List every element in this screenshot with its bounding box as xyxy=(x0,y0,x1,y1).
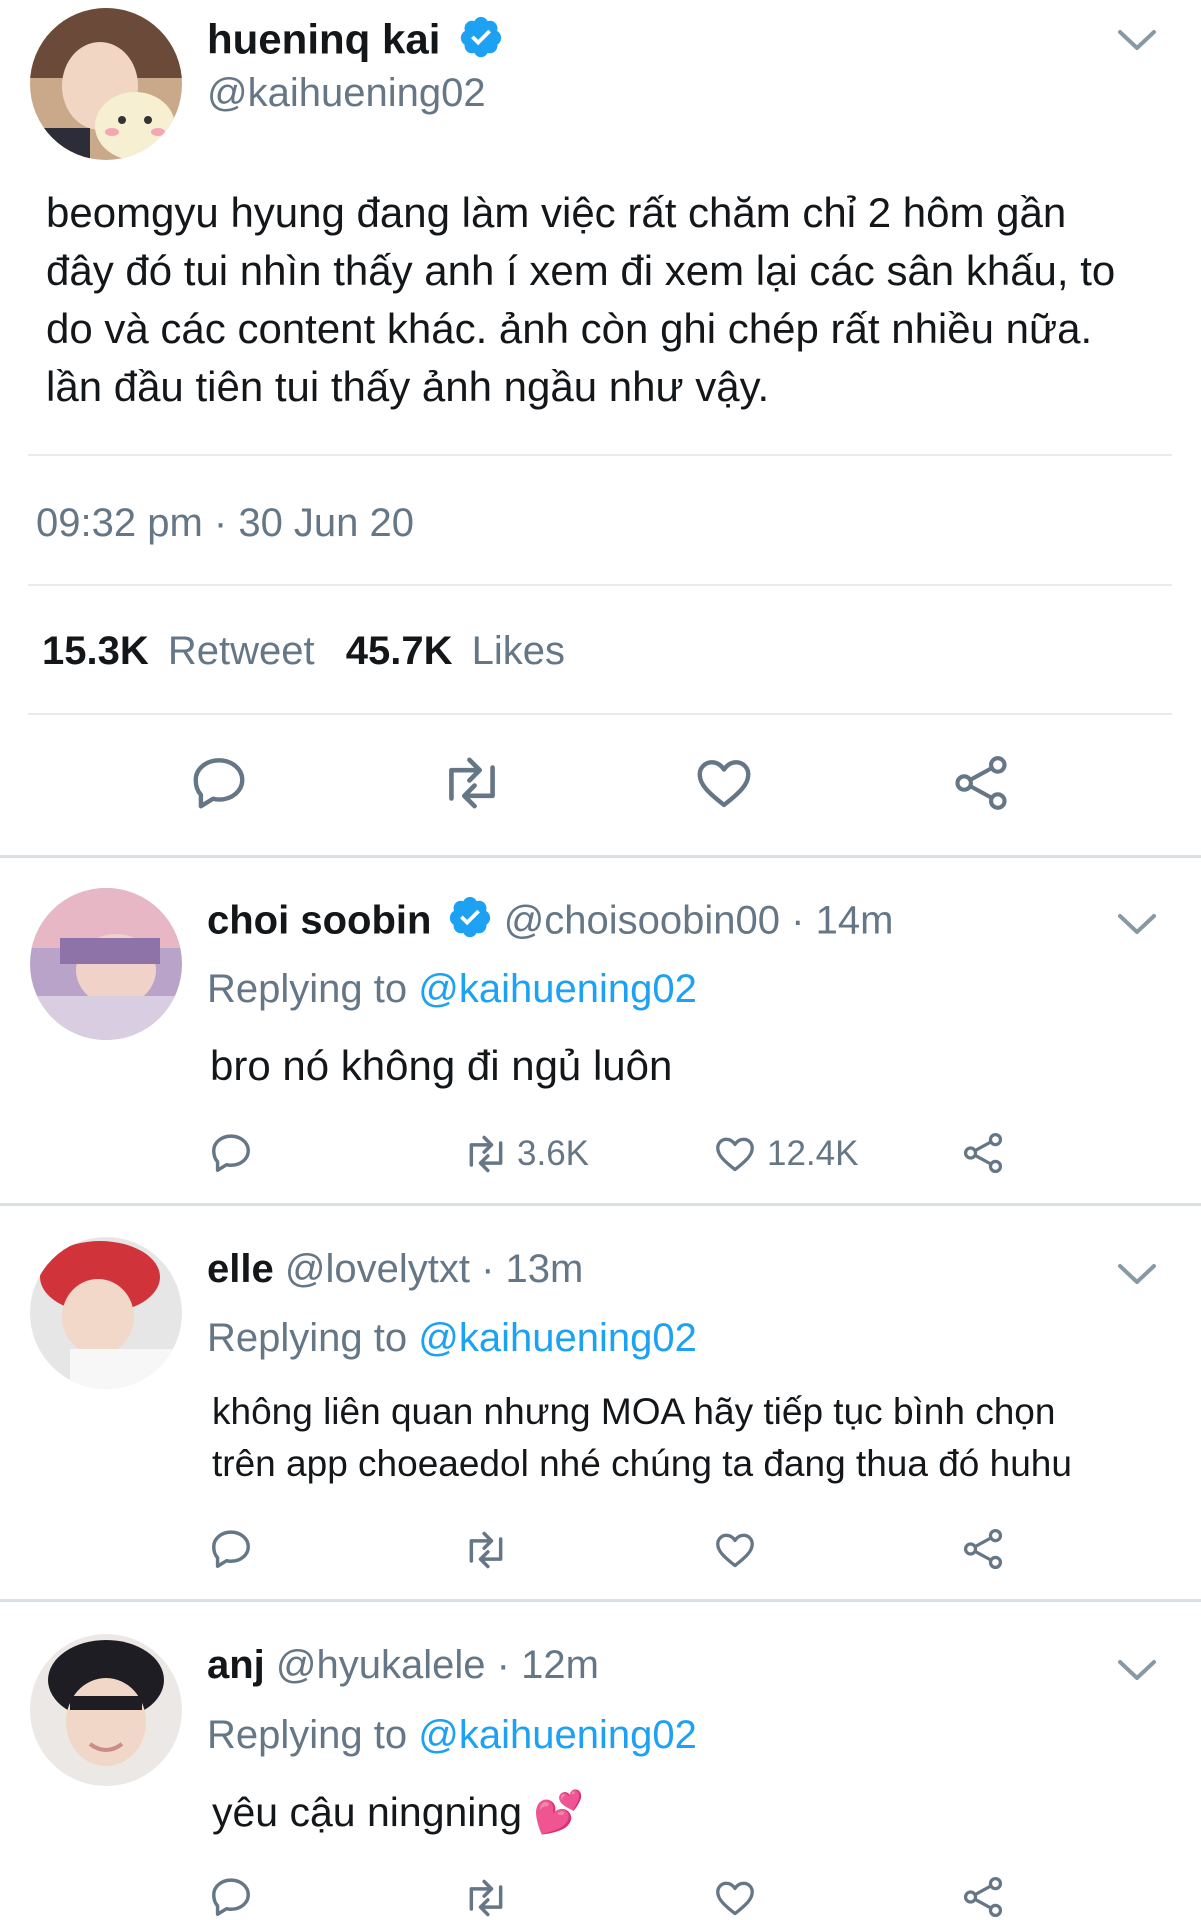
section-divider xyxy=(0,855,1201,858)
replying-to-label: Replying to xyxy=(207,1713,408,1757)
reply-text-line: không liên quan nhưng MOA hãy tiếp tục b… xyxy=(212,1391,1056,1432)
chevron-down-icon[interactable] xyxy=(1116,26,1158,54)
share-icon[interactable] xyxy=(960,1526,1006,1572)
tweet-stats: 15.3K Retweet 45.7K Likes xyxy=(42,626,565,676)
heart-icon[interactable] xyxy=(692,752,756,814)
replying-to-handle[interactable]: @kaihuening02 xyxy=(418,1713,697,1757)
replying-to-handle[interactable]: @kaihuening02 xyxy=(418,1316,697,1360)
divider xyxy=(28,454,1172,456)
share-icon[interactable] xyxy=(950,752,1012,814)
like-label[interactable]: Likes xyxy=(472,629,565,673)
reply-icon[interactable] xyxy=(208,1874,254,1920)
reply-author-name[interactable]: anj xyxy=(207,1643,265,1687)
reply-author-handle[interactable]: @choisoobin00 xyxy=(504,899,780,943)
retweet-icon[interactable] xyxy=(458,1528,514,1572)
tweet-text-line: beomgyu hyung đang làm việc rất chăm chỉ… xyxy=(46,189,1067,236)
reply-avatar[interactable] xyxy=(30,1634,182,1786)
reply-icon[interactable] xyxy=(208,1526,254,1572)
retweet-icon[interactable] xyxy=(436,752,508,814)
reply-icon[interactable] xyxy=(188,752,250,814)
section-divider xyxy=(0,1203,1201,1206)
section-divider xyxy=(0,1599,1201,1602)
heart-icon[interactable] xyxy=(712,1528,758,1572)
verified-badge-icon xyxy=(458,14,504,71)
reply-text-line: bro nó không đi ngủ luôn xyxy=(210,1042,673,1089)
reply-author-name[interactable]: choi soobin xyxy=(207,899,431,943)
retweet-icon[interactable] xyxy=(458,1876,514,1920)
author-avatar[interactable] xyxy=(30,8,182,160)
author-handle[interactable]: @kaihuening02 xyxy=(207,68,486,118)
reply-header: choi soobin @choisoobin00 · 14m xyxy=(207,894,893,952)
retweet-count: 3.6K xyxy=(517,1134,589,1173)
reply-time: · 14m xyxy=(791,898,894,943)
heart-icon[interactable] xyxy=(712,1132,758,1176)
replying-to-handle[interactable]: @kaihuening02 xyxy=(418,967,697,1011)
reply-avatar[interactable] xyxy=(30,888,182,1040)
tweet-text: beomgyu hyung đang làm việc rất chăm chỉ… xyxy=(46,184,1115,416)
share-icon[interactable] xyxy=(960,1130,1006,1176)
reply-text-line: yêu cậu ningning 💕 xyxy=(212,1789,585,1835)
divider xyxy=(28,713,1172,715)
reply-header: anj @hyukalele · 12m xyxy=(207,1640,599,1690)
replying-to: Replying to @kaihuening02 xyxy=(207,1313,697,1363)
like-count: 12.4K xyxy=(767,1134,859,1173)
reply-avatar[interactable] xyxy=(30,1237,182,1389)
verified-badge-icon xyxy=(447,894,493,952)
reply-author-handle[interactable]: @lovelytxt xyxy=(285,1247,470,1291)
replying-to-label: Replying to xyxy=(207,1316,408,1360)
tweet-text-line: đây đó tui nhìn thấy anh í xem đi xem lạ… xyxy=(46,247,1116,294)
replying-to: Replying to @kaihuening02 xyxy=(207,964,697,1014)
replying-to: Replying to @kaihuening02 xyxy=(207,1710,697,1760)
chevron-down-icon[interactable] xyxy=(1116,1656,1158,1684)
divider xyxy=(28,584,1172,586)
replying-to-label: Replying to xyxy=(207,967,408,1011)
reply-text: yêu cậu ningning 💕 xyxy=(212,1786,584,1838)
heart-icon[interactable] xyxy=(712,1876,758,1920)
chevron-down-icon[interactable] xyxy=(1116,910,1158,938)
reply-time: · 12m xyxy=(496,1643,599,1687)
reply-author-handle[interactable]: @hyukalele xyxy=(276,1643,486,1687)
reply-text: bro nó không đi ngủ luôn xyxy=(210,1040,672,1092)
reply-author-name[interactable]: elle xyxy=(207,1247,274,1291)
retweet-label[interactable]: Retweet xyxy=(168,629,315,673)
reply-time: · 13m xyxy=(481,1247,584,1291)
author-name-text: hueninq kai xyxy=(207,15,441,63)
tweet-timestamp[interactable]: 09:32 pm · 30 Jun 20 xyxy=(36,498,414,548)
reply-header: elle @lovelytxt · 13m xyxy=(207,1244,583,1294)
author-name[interactable]: hueninq kai xyxy=(207,14,504,71)
like-count[interactable]: 45.7K xyxy=(346,629,453,673)
reply-icon[interactable] xyxy=(208,1130,254,1176)
chevron-down-icon[interactable] xyxy=(1116,1260,1158,1288)
tweet-text-line: lần đầu tiên tui thấy ảnh ngầu như vậy. xyxy=(46,363,770,410)
retweet-count[interactable]: 15.3K xyxy=(42,629,149,673)
share-icon[interactable] xyxy=(960,1874,1006,1920)
tweet-text-line: do và các content khác. ảnh còn ghi chép… xyxy=(46,305,1093,352)
reply-text-line: trên app choeaedol nhé chúng ta đang thu… xyxy=(212,1443,1072,1484)
retweet-icon[interactable] xyxy=(458,1132,514,1176)
reply-text: không liên quan nhưng MOA hãy tiếp tục b… xyxy=(212,1386,1072,1490)
